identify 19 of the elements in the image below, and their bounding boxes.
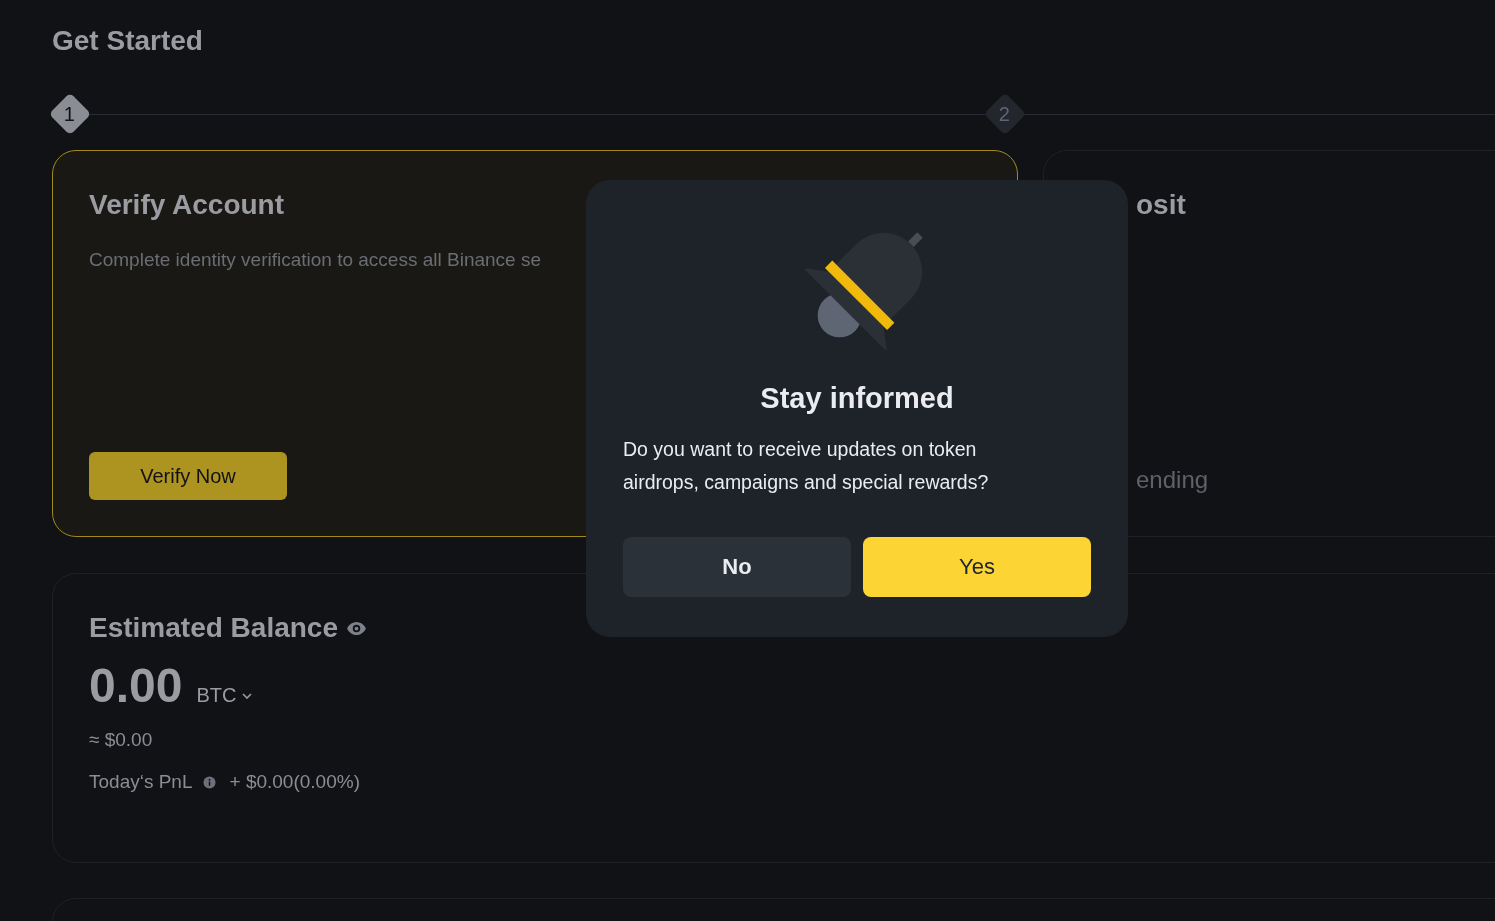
info-icon[interactable] — [202, 775, 216, 789]
balance-title: Estimated Balance — [89, 612, 338, 644]
status-text: ending — [1136, 466, 1210, 494]
pnl-label: Today‘s PnL — [89, 771, 193, 793]
chevron-icon — [242, 692, 253, 699]
pnl-value: + $0.00(0.00%) — [229, 771, 360, 793]
decline-button[interactable]: No — [623, 537, 851, 597]
card-title: Verify Account — [89, 189, 285, 221]
verify-button[interactable]: Verify Now — [89, 452, 287, 500]
eye-icon[interactable] — [346, 620, 367, 636]
card-title: osit — [1136, 189, 1187, 221]
balance-amount: 0.00 — [89, 658, 183, 713]
dialog-message: Do you want to receive updates on token airdrops, campaigns and special rewards? — [623, 437, 990, 495]
card-description: Complete identity verification to access all Binance se — [89, 249, 542, 271]
page-title: Get Started — [52, 24, 204, 58]
fiat-value: ≈ $0.00 — [89, 729, 154, 751]
dialog-title: Stay informed — [760, 382, 954, 415]
confirm-button[interactable]: Yes — [863, 537, 1091, 597]
currency-selector[interactable]: BTC — [196, 684, 253, 707]
